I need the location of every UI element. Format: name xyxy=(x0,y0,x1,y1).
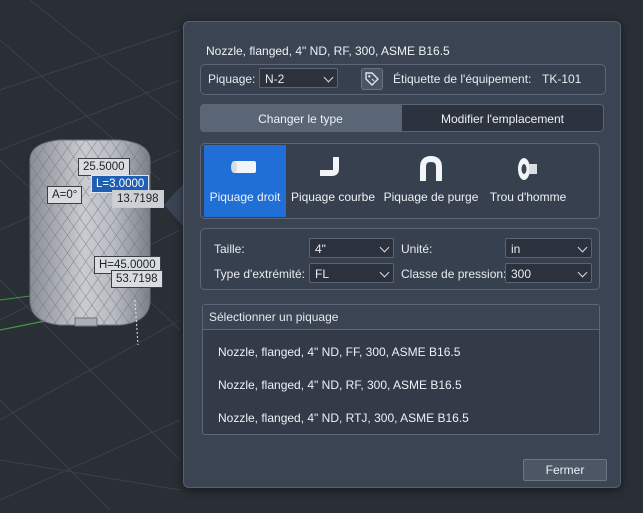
size-select[interactable]: 4" xyxy=(309,238,394,258)
nozzle-info-row: Piquage: N-2 Étiquette de l'équipement: … xyxy=(200,64,606,95)
nozzle-selection-list: Sélectionner un piquage Nozzle, flanged,… xyxy=(202,304,600,435)
nozzle-edit-panel: Nozzle, flanged, 4" ND, RF, 300, ASME B1… xyxy=(183,21,621,488)
piquage-label: Piquage: xyxy=(208,72,256,86)
pressure-class-value: 300 xyxy=(511,267,532,281)
piquage-select[interactable]: N-2 xyxy=(259,68,338,88)
end-type-value: FL xyxy=(315,267,330,281)
chevron-down-icon xyxy=(577,242,588,253)
panel-callout-pointer xyxy=(164,183,184,227)
end-type-select[interactable]: FL xyxy=(309,263,394,283)
type-manhole[interactable]: Trou d'homme xyxy=(484,145,572,217)
chevron-down-icon xyxy=(379,242,390,253)
vent-nozzle-icon xyxy=(420,155,442,181)
tag-icon xyxy=(365,72,379,86)
type-bent-label: Piquage courbe xyxy=(290,190,376,204)
selection-header: Sélectionner un piquage xyxy=(203,305,599,330)
list-item[interactable]: Nozzle, flanged, 4" ND, FF, 300, ASME B1… xyxy=(218,345,460,359)
size-value: 4" xyxy=(315,242,326,256)
close-button[interactable]: Fermer xyxy=(523,459,607,481)
type-straight-label: Piquage droit xyxy=(209,190,281,204)
bent-nozzle-icon xyxy=(320,157,339,176)
tab-modify-location[interactable]: Modifier l'emplacement xyxy=(401,104,604,132)
dim-offset2[interactable]: 53.7198 xyxy=(111,270,163,288)
pressure-class-select[interactable]: 300 xyxy=(505,263,592,283)
dim-top[interactable]: 25.5000 xyxy=(78,158,130,176)
chevron-down-icon xyxy=(323,72,334,83)
equipment-value: TK-101 xyxy=(542,72,582,86)
type-vent-nozzle[interactable]: Piquage de purge xyxy=(381,145,481,217)
tag-button[interactable] xyxy=(361,68,383,90)
straight-nozzle-icon xyxy=(231,161,256,173)
equipment-label: Étiquette de l'équipement: xyxy=(393,72,532,86)
list-item[interactable]: Nozzle, flanged, 4" ND, RF, 300, ASME B1… xyxy=(218,378,462,392)
pressure-class-label: Classe de pression: xyxy=(401,267,507,281)
unit-value: in xyxy=(511,242,521,256)
type-straight-nozzle[interactable]: Piquage droit xyxy=(204,145,286,217)
dim-angle[interactable]: A=0° xyxy=(47,186,83,204)
chevron-down-icon xyxy=(379,267,390,278)
type-manhole-label: Trou d'homme xyxy=(489,190,567,204)
size-label: Taille: xyxy=(214,242,245,256)
piquage-value: N-2 xyxy=(265,72,285,86)
end-type-label: Type d'extrémité: xyxy=(214,267,305,281)
unit-label: Unité: xyxy=(401,242,433,256)
nozzle-type-selector: Piquage droit Piquage courbe Piquage de … xyxy=(200,143,600,219)
dim-offset1[interactable]: 13.7198 xyxy=(112,190,164,208)
panel-title: Nozzle, flanged, 4" ND, RF, 300, ASME B1… xyxy=(206,44,450,58)
tab-change-type[interactable]: Changer le type xyxy=(200,104,401,132)
tab-bar: Changer le type Modifier l'emplacement xyxy=(200,104,604,133)
chevron-down-icon xyxy=(577,267,588,278)
list-item[interactable]: Nozzle, flanged, 4" ND, RTJ, 300, ASME B… xyxy=(218,411,469,425)
manhole-icon xyxy=(518,158,537,180)
unit-select[interactable]: in xyxy=(505,238,592,258)
type-vent-label: Piquage de purge xyxy=(383,190,479,204)
type-bent-nozzle[interactable]: Piquage courbe xyxy=(288,145,378,217)
nozzle-properties: Taille: 4" Unité: in Type d'extrémité: F… xyxy=(200,228,600,290)
